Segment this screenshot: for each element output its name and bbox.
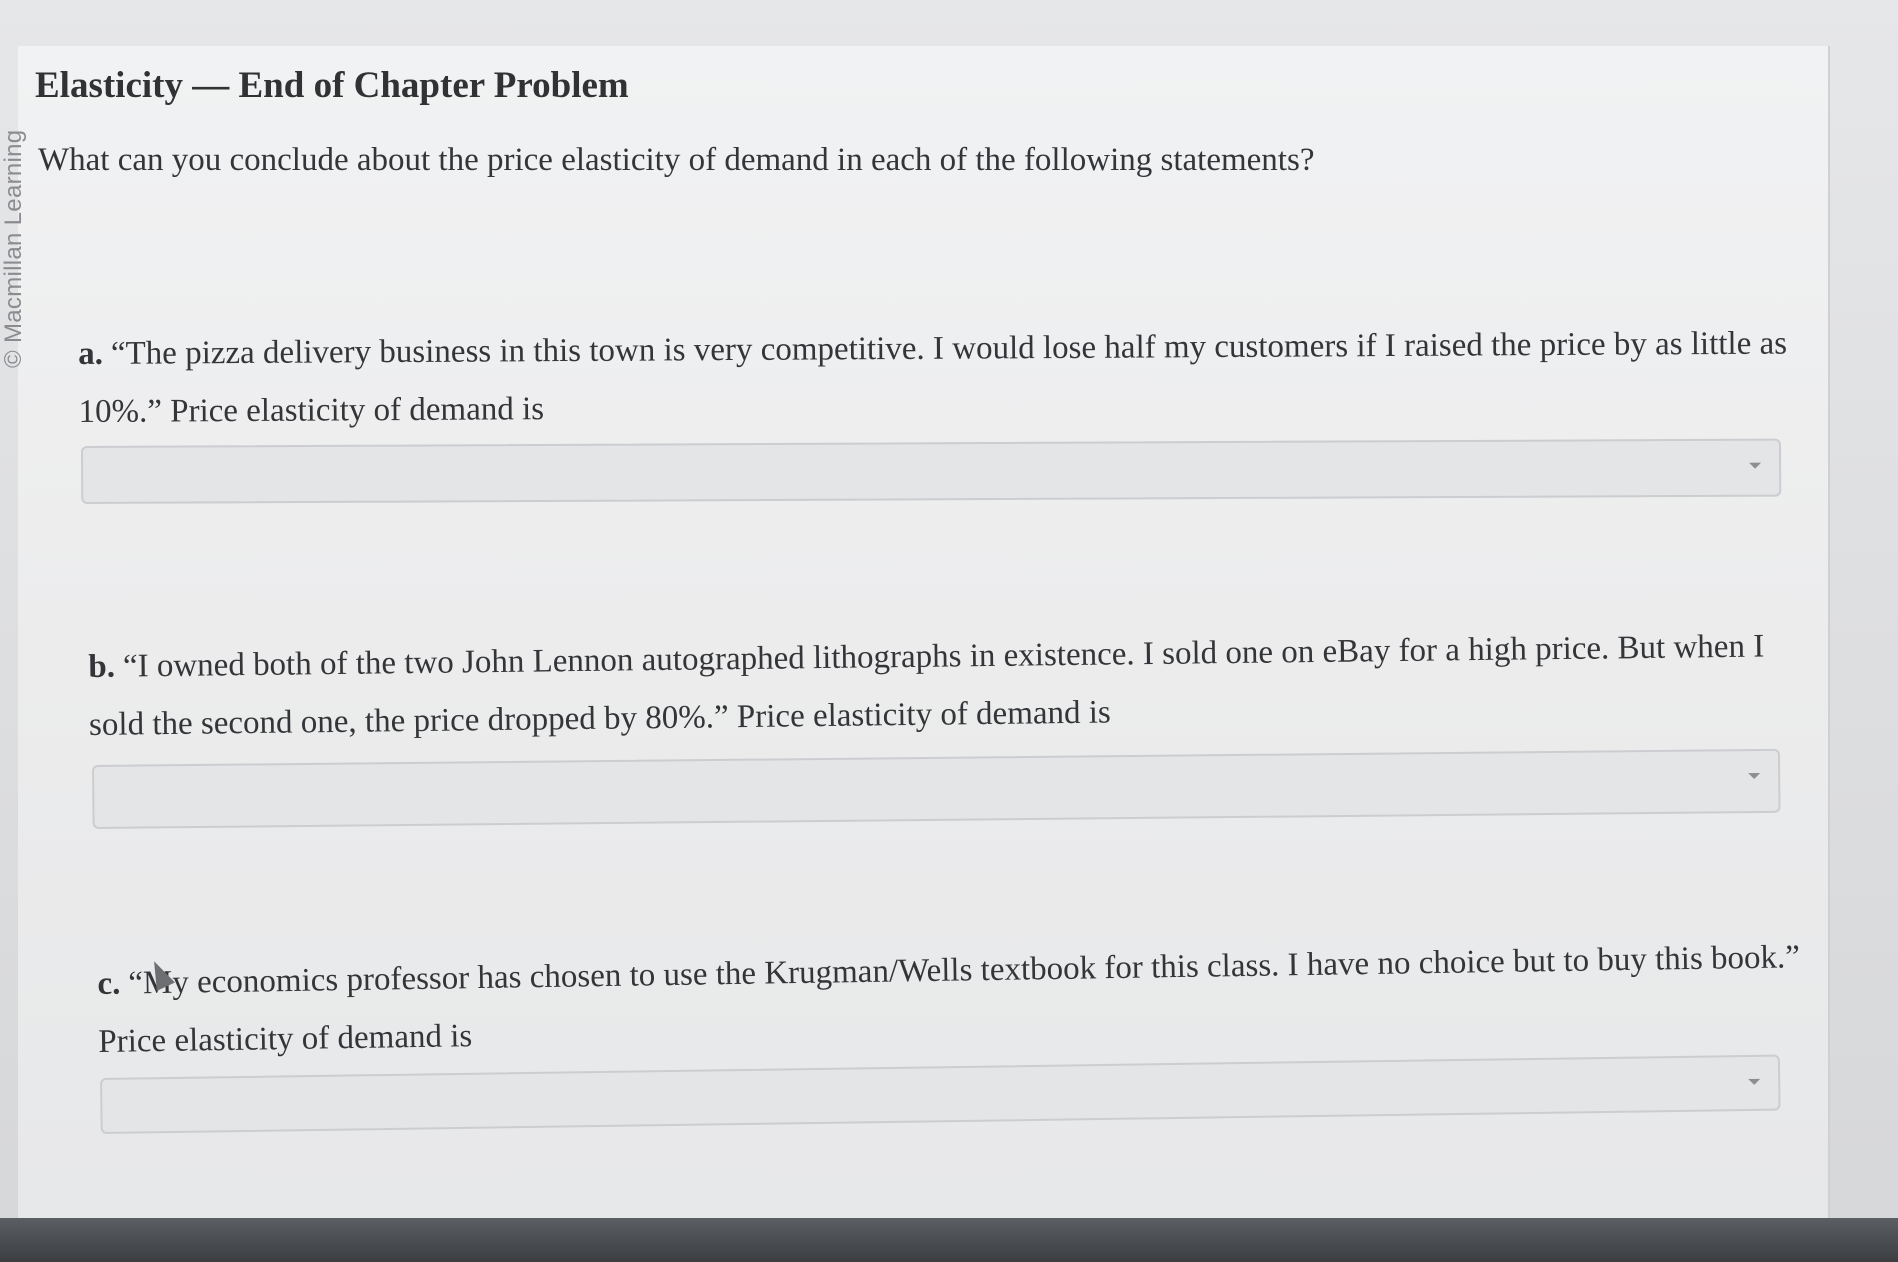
item-label: c. [97,965,121,1002]
question-item-b: b. “I owned both of the two John Lennon a… [88,617,1809,754]
chevron-down-icon [1748,772,1761,780]
answer-select-a[interactable] [81,438,1782,504]
question-prompt: What can you conclude about the price el… [38,142,1315,178]
question-item-a: a. “The pizza delivery business in this t… [78,314,1799,441]
item-label: a. [78,335,104,372]
chevron-down-icon [1749,462,1762,469]
item-label: b. [88,648,116,685]
copyright-label: © Macmillan Learning [0,129,27,368]
item-text: “My economics professor has chosen to us… [98,939,1801,1060]
monitor-bezel [0,1218,1898,1262]
chevron-down-icon [1748,1078,1761,1085]
item-text: “I owned both of the two John Lennon aut… [88,628,1765,743]
item-text: “The pizza delivery business in this tow… [78,325,1788,430]
page-title: Elasticity — End of Chapter Problem [35,65,629,106]
